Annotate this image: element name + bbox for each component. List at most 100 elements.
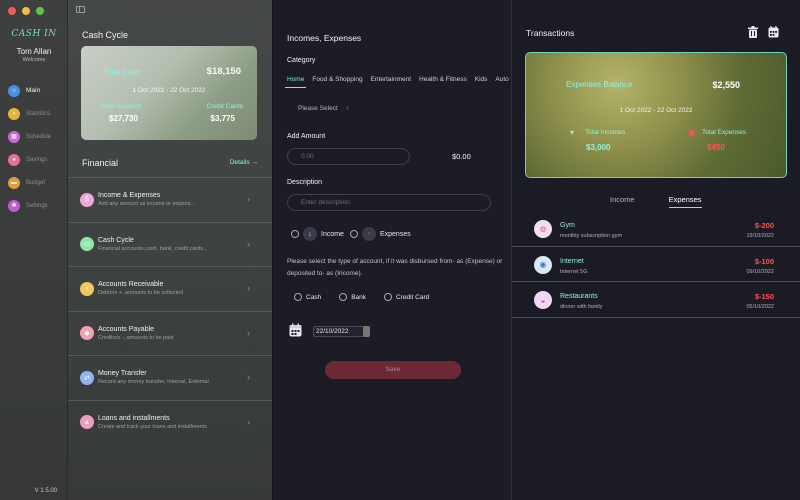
calendar-filter-icon[interactable] bbox=[768, 26, 779, 38]
transaction-title: Gym bbox=[560, 222, 575, 229]
restaurant-icon: ◒ bbox=[534, 291, 552, 309]
bank-label: Bank bbox=[351, 293, 367, 301]
total-cash-value: $18,150 bbox=[206, 66, 241, 77]
tab-entertainment[interactable]: Entertainment bbox=[367, 76, 415, 90]
subcategory-select[interactable]: Please Select bbox=[298, 105, 338, 112]
chart-icon: ▪ bbox=[8, 107, 20, 120]
transaction-desc: monthly subscription gym bbox=[560, 233, 623, 239]
sidebar-item-label: Settings bbox=[26, 202, 48, 209]
total-expenses-value: $450 bbox=[707, 143, 725, 152]
transaction-amount: $-150 bbox=[754, 292, 774, 301]
expenses-option-label: Expenses bbox=[379, 230, 411, 238]
tab-food-shopping[interactable]: Food & Shopping bbox=[308, 76, 366, 90]
chevron-right-icon: › bbox=[247, 238, 250, 249]
tab-health-fitness[interactable]: Health & Fitness bbox=[415, 76, 471, 90]
balance-value: $2,550 bbox=[712, 80, 740, 90]
sidebar-item-budget[interactable]: ▬ Budget bbox=[8, 171, 51, 194]
money-out-icon: ◆ bbox=[80, 326, 94, 341]
window-controls bbox=[8, 7, 44, 15]
transactions-title: Transactions bbox=[526, 28, 575, 38]
cash-cycle-card[interactable]: Total Cash $18,150 1 Oct 2022 - 22 Oct 2… bbox=[81, 46, 257, 140]
amount-input[interactable]: 0.00 bbox=[287, 148, 410, 165]
total-cash-label: Total Cash bbox=[103, 68, 141, 77]
app-version: V 1.5.00 bbox=[34, 488, 57, 494]
sidebar-item-statistics[interactable]: ▪ Statistics bbox=[8, 102, 51, 125]
tab-income[interactable]: Income bbox=[610, 195, 635, 208]
tab-kids[interactable]: Kids bbox=[471, 76, 492, 90]
financial-item-cash-cycle[interactable]: ▭ Cash Cycle Financial accounts,cash, ba… bbox=[68, 221, 272, 267]
transaction-desc: dinner with family bbox=[560, 304, 603, 310]
internet-icon: ◉ bbox=[534, 255, 552, 274]
chevron-right-icon: › bbox=[346, 103, 349, 112]
financial-item-desc: Debtors +, amounts to be collected bbox=[98, 290, 184, 297]
user-welcome: Welcome bbox=[22, 57, 46, 63]
credit-card-option[interactable]: Credit Card bbox=[384, 293, 429, 301]
arrow-down-icon: ↓ bbox=[303, 227, 317, 241]
sidebar-item-schedule[interactable]: ▦ Schedule bbox=[8, 125, 51, 148]
amount-label: Add Amount bbox=[287, 133, 326, 140]
date-stepper[interactable] bbox=[363, 326, 370, 337]
credit-cards-value: $3,775 bbox=[210, 114, 235, 123]
cash-icon: ▭ bbox=[80, 237, 94, 252]
bank-option[interactable]: Bank bbox=[339, 293, 366, 301]
chevron-right-icon: › bbox=[247, 194, 250, 204]
sidebar-item-main[interactable]: ⌂ Main bbox=[8, 79, 51, 102]
financial-item-loans[interactable]: ▲ Loans and installments Create and trac… bbox=[68, 399, 272, 445]
income-expense-form: Incomes, Expenses Category Home Food & S… bbox=[272, 0, 512, 500]
zoom-window-button[interactable] bbox=[36, 7, 44, 15]
balance-label: Expenses Balance bbox=[566, 80, 633, 89]
cash-label: Cash bbox=[306, 293, 322, 301]
trash-icon[interactable] bbox=[748, 26, 758, 38]
close-window-button[interactable] bbox=[8, 7, 16, 15]
financial-item-accounts-receivable[interactable]: ◗ Accounts Receivable Debtors +, amounts… bbox=[68, 266, 272, 311]
minimize-window-button[interactable] bbox=[22, 7, 30, 15]
cash-cycle-dates: 1 Oct 2022 - 22 Oct 2022 bbox=[132, 87, 206, 94]
save-button[interactable]: Save bbox=[325, 361, 461, 379]
user-name: Tom Allan bbox=[16, 47, 52, 56]
expenses-radio[interactable] bbox=[349, 230, 358, 238]
description-input[interactable]: Enter description bbox=[287, 194, 491, 211]
income-radio[interactable] bbox=[291, 230, 299, 238]
calendar-icon[interactable] bbox=[289, 323, 302, 337]
financial-details-link[interactable]: Details → bbox=[230, 159, 258, 166]
credit-card-label: Credit Card bbox=[396, 293, 430, 301]
cash-radio[interactable] bbox=[294, 293, 302, 301]
financial-item-accounts-payable[interactable]: ◆ Accounts Payable Creditors -, amounts … bbox=[68, 310, 272, 356]
category-label: Category bbox=[287, 57, 316, 64]
piggy-bank-icon: ● bbox=[8, 153, 20, 166]
sidebar-item-label: Schedule bbox=[26, 133, 52, 140]
sidebar-item-savings[interactable]: ● Savings bbox=[8, 148, 51, 171]
bank-icon: ▲ bbox=[80, 415, 94, 430]
sidebar-item-label: Savings bbox=[26, 156, 48, 163]
list-item[interactable]: ⚙ Gym monthly subscription gym $-200 19/… bbox=[512, 211, 800, 247]
transaction-amount: $-200 bbox=[754, 221, 774, 230]
financial-item-desc: Add any amount as income or expens... bbox=[98, 201, 195, 208]
overview-panel: Cash Cycle Total Cash $18,150 1 Oct 2022… bbox=[68, 0, 272, 500]
total-incomes-value: $3,000 bbox=[586, 143, 611, 152]
gear-icon: ✱ bbox=[8, 199, 20, 212]
bank-account-value: $27,730 bbox=[109, 114, 138, 123]
account-type-row: Cash Bank Credit Card bbox=[294, 293, 447, 301]
bank-radio[interactable] bbox=[339, 293, 348, 301]
balance-dates: 1 Oct 2022 - 22 Oct 2022 bbox=[619, 107, 693, 114]
credit-card-radio[interactable] bbox=[384, 293, 393, 301]
arrow-up-icon: ↑ bbox=[361, 227, 376, 241]
app-window: CASH IN Tom Allan Welcome ⌂ Main ▪ Stati… bbox=[0, 0, 800, 500]
list-item[interactable]: ◒ Restaurants dinner with family $-150 0… bbox=[512, 282, 800, 318]
sidebar-item-label: Main bbox=[26, 87, 41, 94]
expenses-balance-card: Expenses Balance $2,550 1 Oct 2022 - 22 … bbox=[525, 52, 787, 178]
transactions-panel: Transactions Expenses Balance $2,550 1 O… bbox=[512, 0, 800, 500]
chevron-right-icon: › bbox=[247, 283, 250, 293]
financial-item-money-transfer[interactable]: ⇄ Money Transfer Record any money transf… bbox=[68, 355, 272, 400]
tab-expenses[interactable]: Expenses bbox=[668, 195, 702, 208]
date-picker[interactable]: 22/10/2022 bbox=[313, 326, 370, 337]
list-item[interactable]: ◉ Internet Internet 5G $-100 09/10/2022 bbox=[512, 247, 800, 282]
tab-home[interactable]: Home bbox=[283, 76, 308, 90]
sidebar-item-settings[interactable]: ✱ Settings bbox=[8, 194, 51, 217]
tab-auto[interactable]: Auto bbox=[491, 76, 512, 90]
sidebar-toggle-icon[interactable] bbox=[76, 6, 85, 13]
sidebar-nav: ⌂ Main ▪ Statistics ▦ Schedule ● Savings… bbox=[8, 79, 51, 217]
financial-item-income-expenses[interactable]: $ Income & Expenses Add any amount as in… bbox=[68, 177, 272, 222]
cash-option[interactable]: Cash bbox=[294, 293, 321, 301]
purse-icon: ◗ bbox=[80, 281, 94, 296]
